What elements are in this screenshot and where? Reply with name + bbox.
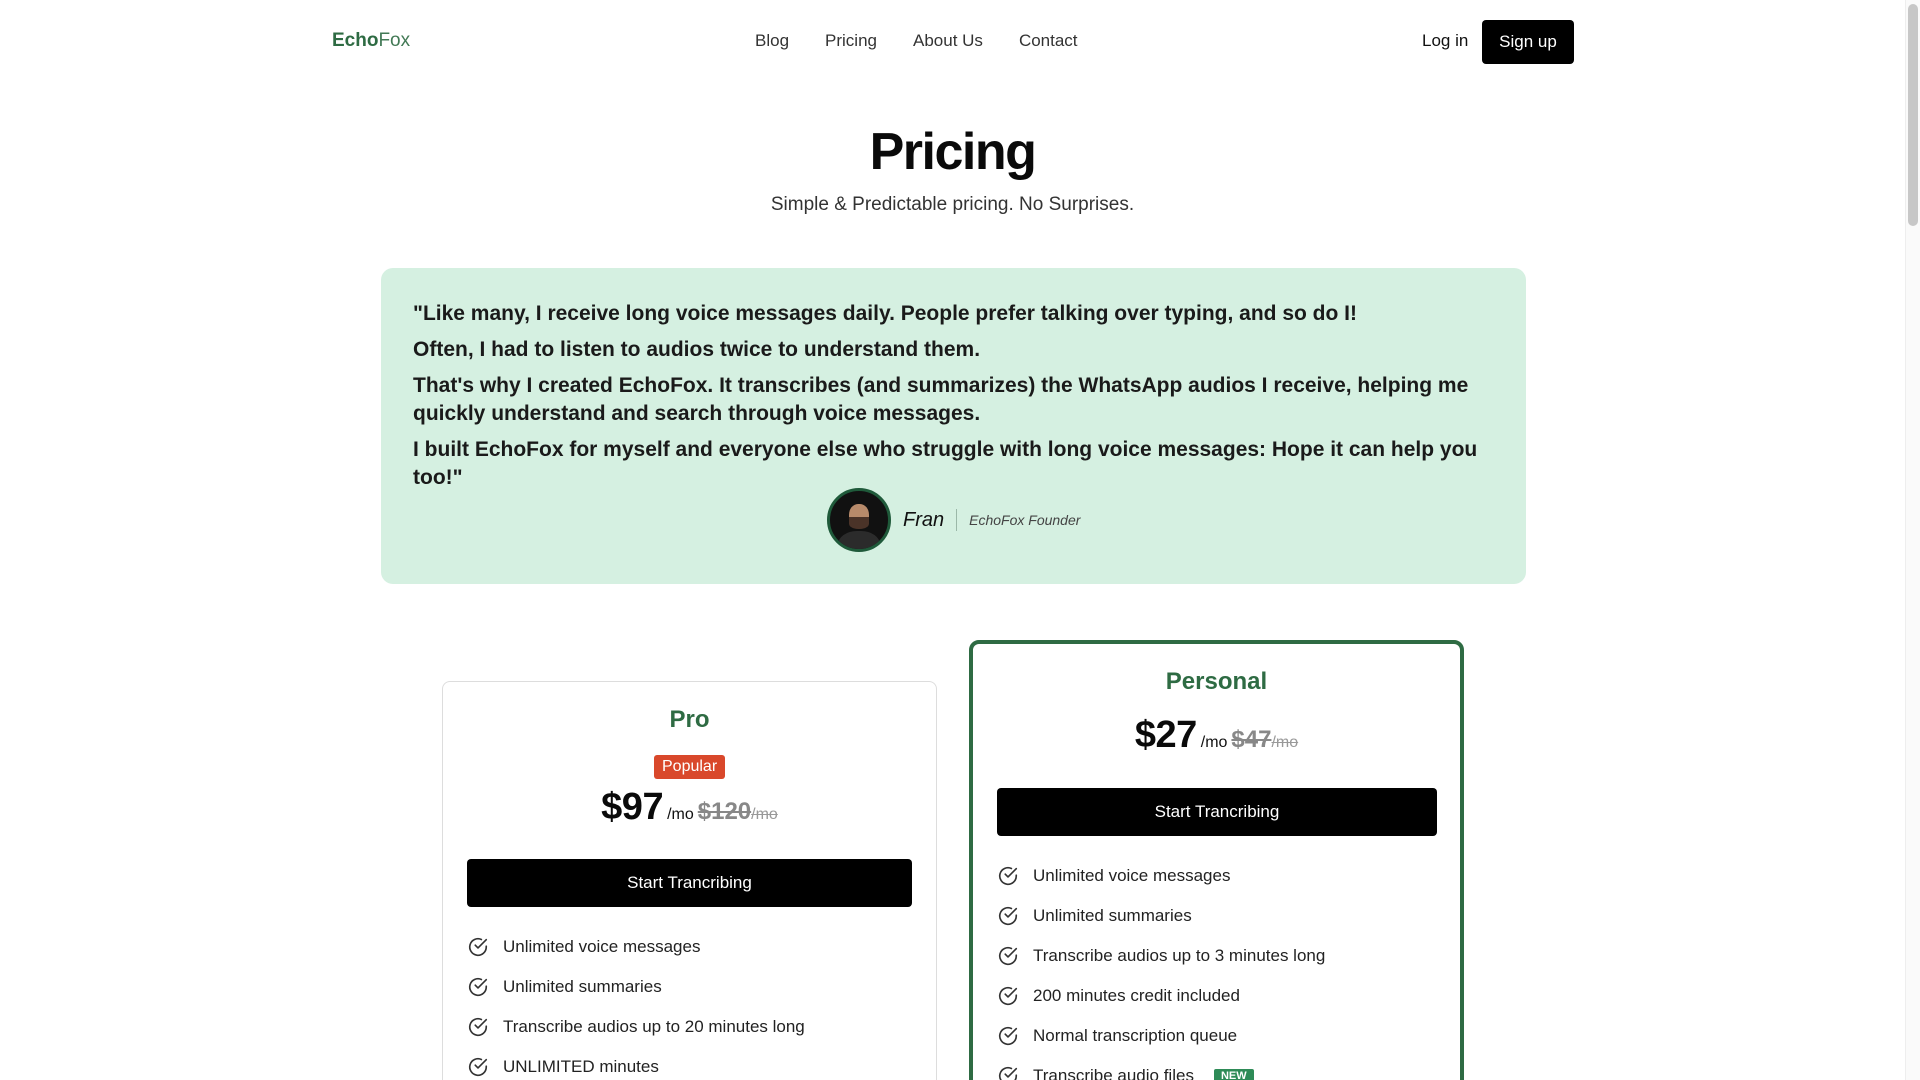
nav-blog[interactable]: Blog — [755, 31, 789, 51]
start-transcribing-button[interactable]: Start Trancribing — [997, 788, 1437, 836]
main-nav: Blog Pricing About Us Contact — [755, 31, 1078, 51]
check-circle-icon — [468, 938, 488, 956]
old-price: $120 — [697, 798, 752, 825]
plan-name: Personal — [1165, 668, 1268, 695]
old-price-period: /mo — [1271, 734, 1299, 751]
price-row: $27 /mo $47/mo — [973, 714, 1460, 757]
nav-pricing[interactable]: Pricing — [825, 31, 877, 51]
old-price-period: /mo — [751, 806, 778, 823]
plan-card-pro: Pro Popular $97 /mo $120/mo Start Trancr… — [442, 681, 937, 1080]
old-price: $47 — [1231, 726, 1272, 753]
price: $27 — [1134, 714, 1197, 756]
scrollbar-thumb[interactable] — [1908, 4, 1918, 226]
signup-button[interactable]: Sign up — [1482, 20, 1574, 64]
feature-list: Unlimited voice messages Unlimited summa… — [997, 856, 1325, 1080]
check-circle-icon — [998, 1067, 1018, 1080]
check-circle-icon — [998, 867, 1018, 885]
price-row: $97 /mo $120/mo — [443, 786, 936, 829]
feature-item: Transcribe audios up to 20 minutes long — [467, 1007, 805, 1047]
logo-fox: Fox — [378, 30, 411, 51]
testimonial-author: Fran EchoFox Founder — [827, 488, 1080, 552]
feature-label: Transcribe audios up to 3 minutes long — [1033, 946, 1326, 965]
plan-name: Pro — [669, 706, 710, 733]
feature-label: Unlimited voice messages — [503, 937, 701, 956]
divider — [956, 509, 958, 531]
feature-list: Unlimited voice messages Unlimited summa… — [467, 927, 805, 1080]
quote-line: That's why I created EchoFox. It transcr… — [413, 374, 1469, 425]
feature-label: Unlimited summaries — [1033, 906, 1192, 925]
feature-label: 200 minutes credit included — [1033, 986, 1240, 1005]
start-transcribing-button[interactable]: Start Trancribing — [467, 859, 912, 907]
avatar — [827, 488, 891, 552]
feature-item: Unlimited summaries — [467, 967, 805, 1007]
price-period: /mo — [1200, 734, 1228, 751]
check-circle-icon — [998, 907, 1018, 925]
feature-item: UNLIMITED minutes — [467, 1047, 805, 1080]
popular-badge: Popular — [654, 755, 726, 779]
nav-about-us[interactable]: About Us — [913, 31, 983, 51]
price-period: /mo — [667, 806, 694, 823]
feature-item: Transcribe audios up to 3 minutes long — [997, 936, 1325, 976]
plan-card-personal: Personal $27 /mo $47/mo Start Trancribin… — [969, 640, 1464, 1080]
feature-item: Normal transcription queue — [997, 1016, 1325, 1056]
founder-testimonial: "Like many, I receive long voice message… — [381, 268, 1526, 584]
check-circle-icon — [998, 987, 1018, 1005]
feature-label: Unlimited voice messages — [1033, 866, 1231, 885]
login-link[interactable]: Log in — [1422, 31, 1468, 51]
feature-label: Transcribe audio files — [1033, 1066, 1194, 1080]
feature-item: 200 minutes credit included — [997, 976, 1325, 1016]
feature-item: Transcribe audio files NEW — [997, 1056, 1325, 1080]
check-circle-icon — [998, 947, 1018, 965]
logo[interactable]: EchoFox — [332, 30, 410, 52]
new-badge: NEW — [1213, 1069, 1254, 1080]
feature-item: Unlimited voice messages — [467, 927, 805, 967]
feature-label: Normal transcription queue — [1033, 1026, 1238, 1045]
author-name: Fran — [903, 508, 945, 531]
site-header: EchoFox Blog Pricing About Us Contact Lo… — [0, 0, 1905, 84]
price: $97 — [601, 786, 664, 828]
logo-echo: Echo — [332, 30, 379, 51]
page-title: Pricing — [869, 123, 1037, 181]
feature-label: Unlimited summaries — [503, 977, 662, 996]
feature-label: Transcribe audios up to 20 minutes long — [503, 1017, 805, 1036]
check-circle-icon — [998, 1027, 1018, 1045]
quote-line: "Like many, I receive long voice message… — [413, 302, 1357, 325]
check-circle-icon — [468, 1058, 488, 1076]
feature-item: Unlimited summaries — [997, 896, 1325, 936]
feature-label: UNLIMITED minutes — [503, 1057, 659, 1076]
quote-line: Often, I had to listen to audios twice t… — [413, 338, 981, 361]
nav-contact[interactable]: Contact — [1019, 31, 1078, 51]
page-subtitle: Simple & Predictable pricing. No Surpris… — [770, 194, 1135, 215]
author-role: EchoFox Founder — [969, 512, 1081, 528]
check-circle-icon — [468, 978, 488, 996]
check-circle-icon — [468, 1018, 488, 1036]
quote-line: I built EchoFox for myself and everyone … — [413, 438, 1478, 489]
scrollbar-track[interactable] — [1905, 0, 1920, 1080]
feature-item: Unlimited voice messages — [997, 856, 1325, 896]
